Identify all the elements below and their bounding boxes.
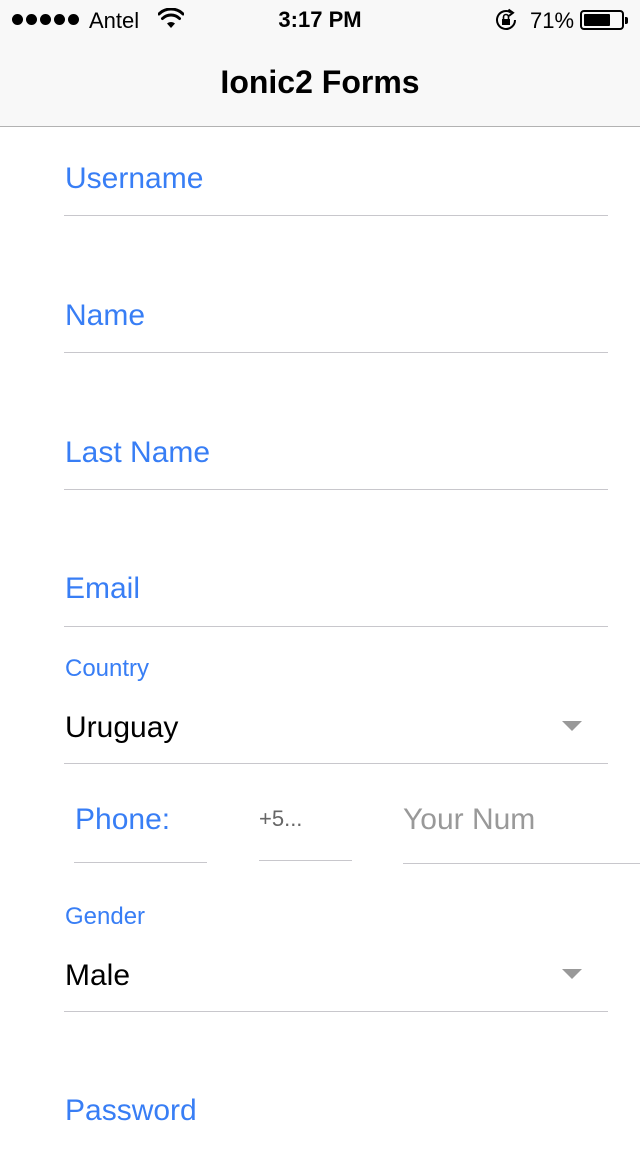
navbar: Antel 3:17 PM 71% Ionic2 Forms — [0, 0, 640, 127]
status-bar: Antel 3:17 PM 71% — [0, 0, 640, 40]
gender-selected-value: Male — [65, 959, 131, 992]
phone-label-cell: Phone: — [74, 786, 207, 863]
page-title: Ionic2 Forms — [220, 64, 420, 100]
country-select[interactable]: Country Uruguay — [64, 627, 608, 764]
last-name-label: Last Name — [65, 436, 211, 469]
email-label: Email — [65, 572, 141, 605]
battery-percent: 71% — [530, 8, 575, 33]
password-field[interactable]: Password — [64, 1012, 608, 1172]
name-label: Name — [65, 299, 146, 332]
country-selected-value: Uruguay — [65, 711, 179, 744]
phone-label: Phone: — [75, 803, 171, 836]
battery-icon — [580, 10, 628, 30]
rotation-lock-icon — [493, 8, 519, 38]
phone-number-field[interactable] — [403, 786, 640, 864]
name-field[interactable]: Name — [64, 216, 608, 353]
country-label: Country — [65, 655, 150, 682]
username-field[interactable]: Username — [64, 128, 608, 216]
chevron-down-icon — [562, 721, 582, 731]
username-label: Username — [65, 162, 204, 195]
last-name-field[interactable]: Last Name — [64, 353, 608, 490]
chevron-down-icon — [562, 969, 582, 979]
password-label: Password — [65, 1094, 197, 1127]
country-code-select[interactable]: +5... — [259, 786, 352, 861]
gender-select[interactable]: Gender Male — [64, 864, 608, 1012]
email-field[interactable]: Email — [64, 490, 608, 627]
country-code-value: +5... — [259, 806, 303, 831]
phone-number-input[interactable] — [403, 800, 633, 840]
gender-label: Gender — [65, 903, 146, 930]
